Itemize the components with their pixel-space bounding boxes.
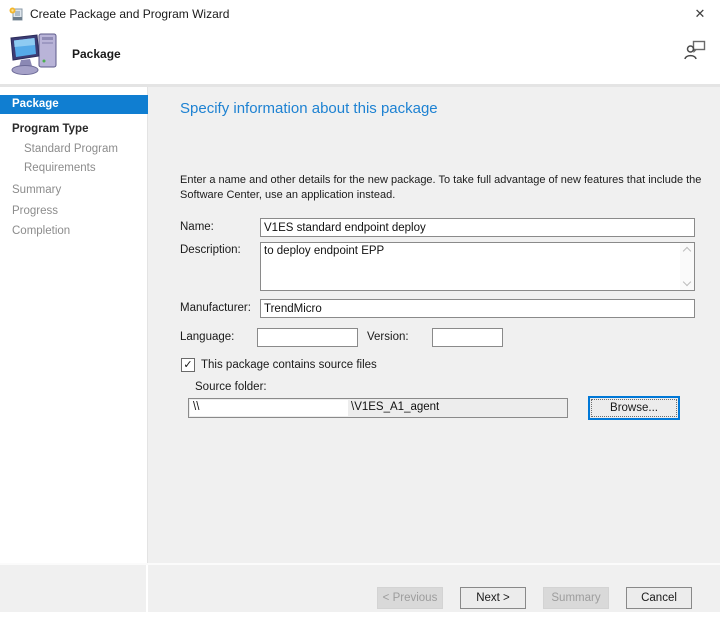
source-path-prefix: \\: [193, 401, 199, 413]
wizard-window: Create Package and Program Wizard ✕ Pack…: [0, 0, 720, 618]
description-scrollbar[interactable]: [680, 243, 694, 290]
manufacturer-label: Manufacturer:: [180, 302, 251, 314]
language-input[interactable]: [257, 328, 358, 347]
browse-button-label: Browse...: [591, 399, 677, 417]
banner-page-label: Package: [72, 28, 121, 84]
wizard-app-icon: [8, 6, 24, 22]
manufacturer-input[interactable]: [260, 299, 695, 318]
source-path-suffix: \V1ES_A1_agent: [351, 401, 439, 413]
cancel-button[interactable]: Cancel: [626, 587, 692, 609]
source-folder-input[interactable]: \\ \V1ES_A1_agent: [188, 398, 568, 418]
sidebar-item-package[interactable]: Package: [0, 95, 148, 114]
sidebar-item-summary[interactable]: Summary: [0, 181, 148, 200]
sidebar-item-completion[interactable]: Completion: [0, 222, 148, 241]
sidebar-item-requirements[interactable]: Requirements: [0, 159, 148, 178]
sidebar-item-progress[interactable]: Progress: [0, 202, 148, 221]
scroll-down-icon[interactable]: [683, 278, 691, 286]
name-input[interactable]: [260, 218, 695, 237]
sidebar-item-standard-program[interactable]: Standard Program: [0, 140, 148, 159]
description-value: to deploy endpoint EPP: [264, 245, 678, 257]
content-panel: Specify information about this package E…: [148, 87, 720, 563]
version-input[interactable]: [432, 328, 503, 347]
previous-button[interactable]: < Previous: [377, 587, 443, 609]
scroll-up-icon[interactable]: [683, 247, 691, 255]
title-bar: Create Package and Program Wizard ✕: [0, 0, 720, 28]
wizard-button-row: < Previous Next > Summary Cancel: [377, 587, 692, 609]
language-label: Language:: [180, 331, 234, 343]
source-folder-label: Source folder:: [195, 381, 267, 393]
name-label: Name:: [180, 221, 214, 233]
wizard-steps-sidebar: Package Program Type Standard Program Re…: [0, 87, 148, 563]
version-label: Version:: [367, 331, 409, 343]
browse-button[interactable]: Browse...: [588, 396, 680, 420]
source-files-checkbox-label[interactable]: This package contains source files: [201, 359, 377, 371]
next-button[interactable]: Next >: [460, 587, 526, 609]
description-label: Description:: [180, 244, 241, 256]
page-title: Specify information about this package: [180, 100, 438, 117]
main-area: Package Program Type Standard Program Re…: [0, 87, 720, 563]
window-bottom-edge: [0, 612, 720, 618]
source-files-checkbox[interactable]: ✓: [181, 358, 195, 372]
window-title: Create Package and Program Wizard: [30, 0, 229, 28]
redacted-path-region: [190, 400, 348, 416]
close-icon[interactable]: ✕: [680, 0, 720, 28]
feedback-person-icon[interactable]: [684, 40, 706, 65]
footer-bar: < Previous Next > Summary Cancel: [0, 563, 720, 612]
footer-divider: [146, 565, 148, 614]
sidebar-item-program-type[interactable]: Program Type: [0, 120, 148, 139]
intro-text: Enter a name and other details for the n…: [180, 173, 718, 204]
wizard-banner: Package: [0, 28, 720, 84]
computer-icon: [8, 30, 62, 85]
summary-button[interactable]: Summary: [543, 587, 609, 609]
description-input[interactable]: to deploy endpoint EPP: [260, 242, 695, 291]
